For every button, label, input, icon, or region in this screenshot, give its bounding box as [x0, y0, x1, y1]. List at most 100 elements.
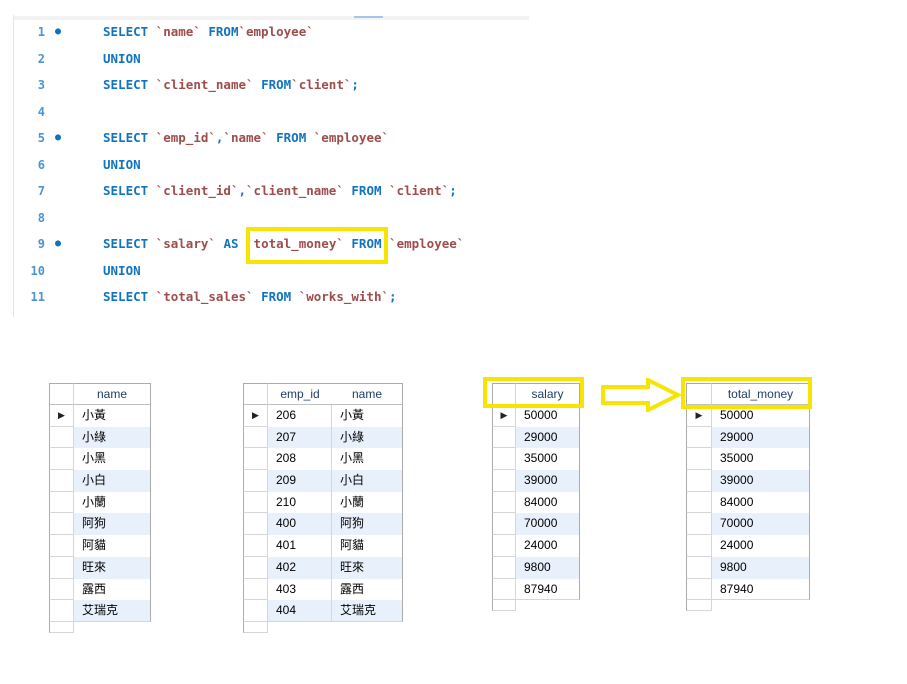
- code-line-10[interactable]: 10 UNION: [14, 258, 529, 285]
- row-selector[interactable]: [243, 470, 268, 492]
- row-selector-header[interactable]: [49, 383, 74, 405]
- row-selector[interactable]: [49, 448, 74, 471]
- cell-value[interactable]: 小白: [74, 470, 151, 492]
- row-selector[interactable]: [243, 491, 268, 514]
- row-selector[interactable]: [243, 513, 268, 536]
- cell-value[interactable]: 87940: [712, 578, 810, 601]
- row-pointer-icon[interactable]: ▶: [243, 405, 268, 427]
- code-area[interactable]: 1 ● SELECT `name` FROM`employee` 2 UNION 3 SEL…: [14, 19, 529, 311]
- row-selector[interactable]: [243, 600, 268, 622]
- new-row-stub[interactable]: [243, 621, 403, 633]
- cell-value[interactable]: 阿狗: [332, 513, 403, 536]
- row-selector[interactable]: [492, 470, 516, 492]
- row-selector[interactable]: [49, 535, 74, 557]
- cell-value[interactable]: 小黑: [74, 448, 151, 471]
- row-selector[interactable]: [243, 578, 268, 601]
- cell-value[interactable]: 阿貓: [74, 535, 151, 557]
- code-line-11[interactable]: 11 SELECT `total_sales` FROM `works_with`…: [14, 284, 529, 311]
- cell-value[interactable]: 旺來: [74, 556, 151, 579]
- row-selector[interactable]: [49, 600, 74, 622]
- row-selector[interactable]: [686, 600, 712, 612]
- row-selector[interactable]: [49, 491, 74, 514]
- column-header-total_money[interactable]: total_money: [712, 383, 810, 405]
- cell-value[interactable]: 209: [268, 470, 332, 492]
- cell-value[interactable]: 402: [268, 556, 332, 579]
- row-selector[interactable]: [492, 600, 516, 612]
- cell-value[interactable]: 210: [268, 491, 332, 514]
- row-selector[interactable]: [492, 513, 516, 536]
- row-selector[interactable]: [49, 578, 74, 601]
- row-selector[interactable]: [686, 513, 712, 536]
- cell-value[interactable]: 35000: [516, 448, 580, 471]
- cell-value[interactable]: 24000: [712, 535, 810, 557]
- cell-value[interactable]: 小綠: [332, 426, 403, 449]
- column-header-emp_id[interactable]: emp_id: [268, 383, 332, 405]
- row-pointer-icon[interactable]: ▶: [49, 405, 74, 427]
- row-selector[interactable]: [492, 426, 516, 449]
- row-selector[interactable]: [243, 426, 268, 449]
- row-selector[interactable]: [49, 621, 74, 633]
- editor-hscrollbar-thumb[interactable]: [354, 16, 383, 18]
- code-line-8[interactable]: 8: [14, 205, 529, 232]
- row-selector[interactable]: [686, 578, 712, 601]
- row-selector-header[interactable]: [243, 383, 268, 405]
- row-selector[interactable]: [686, 491, 712, 514]
- cell-value[interactable]: 208: [268, 448, 332, 471]
- row-selector[interactable]: [686, 470, 712, 492]
- cell-value[interactable]: 403: [268, 578, 332, 601]
- row-selector[interactable]: [243, 621, 268, 633]
- row-selector[interactable]: [49, 426, 74, 449]
- cell-value[interactable]: 400: [268, 513, 332, 536]
- cell-value[interactable]: 小蘭: [332, 491, 403, 514]
- cell-value[interactable]: 70000: [516, 513, 580, 536]
- code-line-9[interactable]: 9 ● SELECT `salary` AS `total_money` FROM …: [14, 231, 529, 258]
- cell-value[interactable]: 29000: [712, 426, 810, 449]
- row-selector[interactable]: [492, 535, 516, 557]
- cell-value[interactable]: 9800: [712, 556, 810, 579]
- cell-value[interactable]: 小白: [332, 470, 403, 492]
- cell-value[interactable]: 50000: [712, 405, 810, 427]
- cell-value[interactable]: 阿狗: [74, 513, 151, 536]
- cell-value[interactable]: 小綠: [74, 426, 151, 449]
- row-selector[interactable]: [49, 470, 74, 492]
- cell-value[interactable]: 阿貓: [332, 535, 403, 557]
- cell-value[interactable]: 35000: [712, 448, 810, 471]
- cell-value[interactable]: 84000: [516, 491, 580, 514]
- code-line-6[interactable]: 6 UNION: [14, 152, 529, 179]
- row-selector-header[interactable]: [492, 383, 516, 405]
- cell-value[interactable]: 艾瑞克: [332, 600, 403, 622]
- column-header-name[interactable]: name: [332, 383, 403, 405]
- cell-value[interactable]: 露西: [332, 578, 403, 601]
- row-selector[interactable]: [492, 578, 516, 601]
- cell-value[interactable]: 艾瑞克: [74, 600, 151, 622]
- row-pointer-icon[interactable]: ▶: [686, 405, 712, 427]
- sql-editor[interactable]: 1 ● SELECT `name` FROM`employee` 2 UNION 3 SEL…: [13, 15, 530, 317]
- cell-value[interactable]: 小黃: [332, 405, 403, 427]
- code-line-1[interactable]: 1 ● SELECT `name` FROM`employee`: [14, 19, 529, 46]
- code-line-3[interactable]: 3 SELECT `client_name` FROM`client`;: [14, 72, 529, 99]
- cell-value[interactable]: 50000: [516, 405, 580, 427]
- row-selector[interactable]: [49, 513, 74, 536]
- cell-value[interactable]: 9800: [516, 556, 580, 579]
- cell-value[interactable]: 小黃: [74, 405, 151, 427]
- cell-value[interactable]: 旺來: [332, 556, 403, 579]
- cell-value[interactable]: 露西: [74, 578, 151, 601]
- row-selector[interactable]: [243, 535, 268, 557]
- row-selector[interactable]: [686, 448, 712, 471]
- code-line-5[interactable]: 5 ● SELECT `emp_id`,`name` FROM `employee`: [14, 125, 529, 152]
- code-line-7[interactable]: 7 SELECT `client_id`,`client_name` FROM `…: [14, 178, 529, 205]
- cell-value[interactable]: 70000: [712, 513, 810, 536]
- column-header-salary[interactable]: salary: [516, 383, 580, 405]
- code-line-4[interactable]: 4: [14, 99, 529, 126]
- row-selector[interactable]: [686, 535, 712, 557]
- cell-value[interactable]: 小黑: [332, 448, 403, 471]
- cell-value[interactable]: 207: [268, 426, 332, 449]
- cell-value[interactable]: 401: [268, 535, 332, 557]
- cell-value[interactable]: 87940: [516, 578, 580, 601]
- row-selector[interactable]: [492, 556, 516, 579]
- code-line-2[interactable]: 2 UNION: [14, 46, 529, 73]
- cell-value[interactable]: 39000: [712, 470, 810, 492]
- cell-value[interactable]: 24000: [516, 535, 580, 557]
- new-row-stub[interactable]: [49, 621, 151, 633]
- cell-value[interactable]: 39000: [516, 470, 580, 492]
